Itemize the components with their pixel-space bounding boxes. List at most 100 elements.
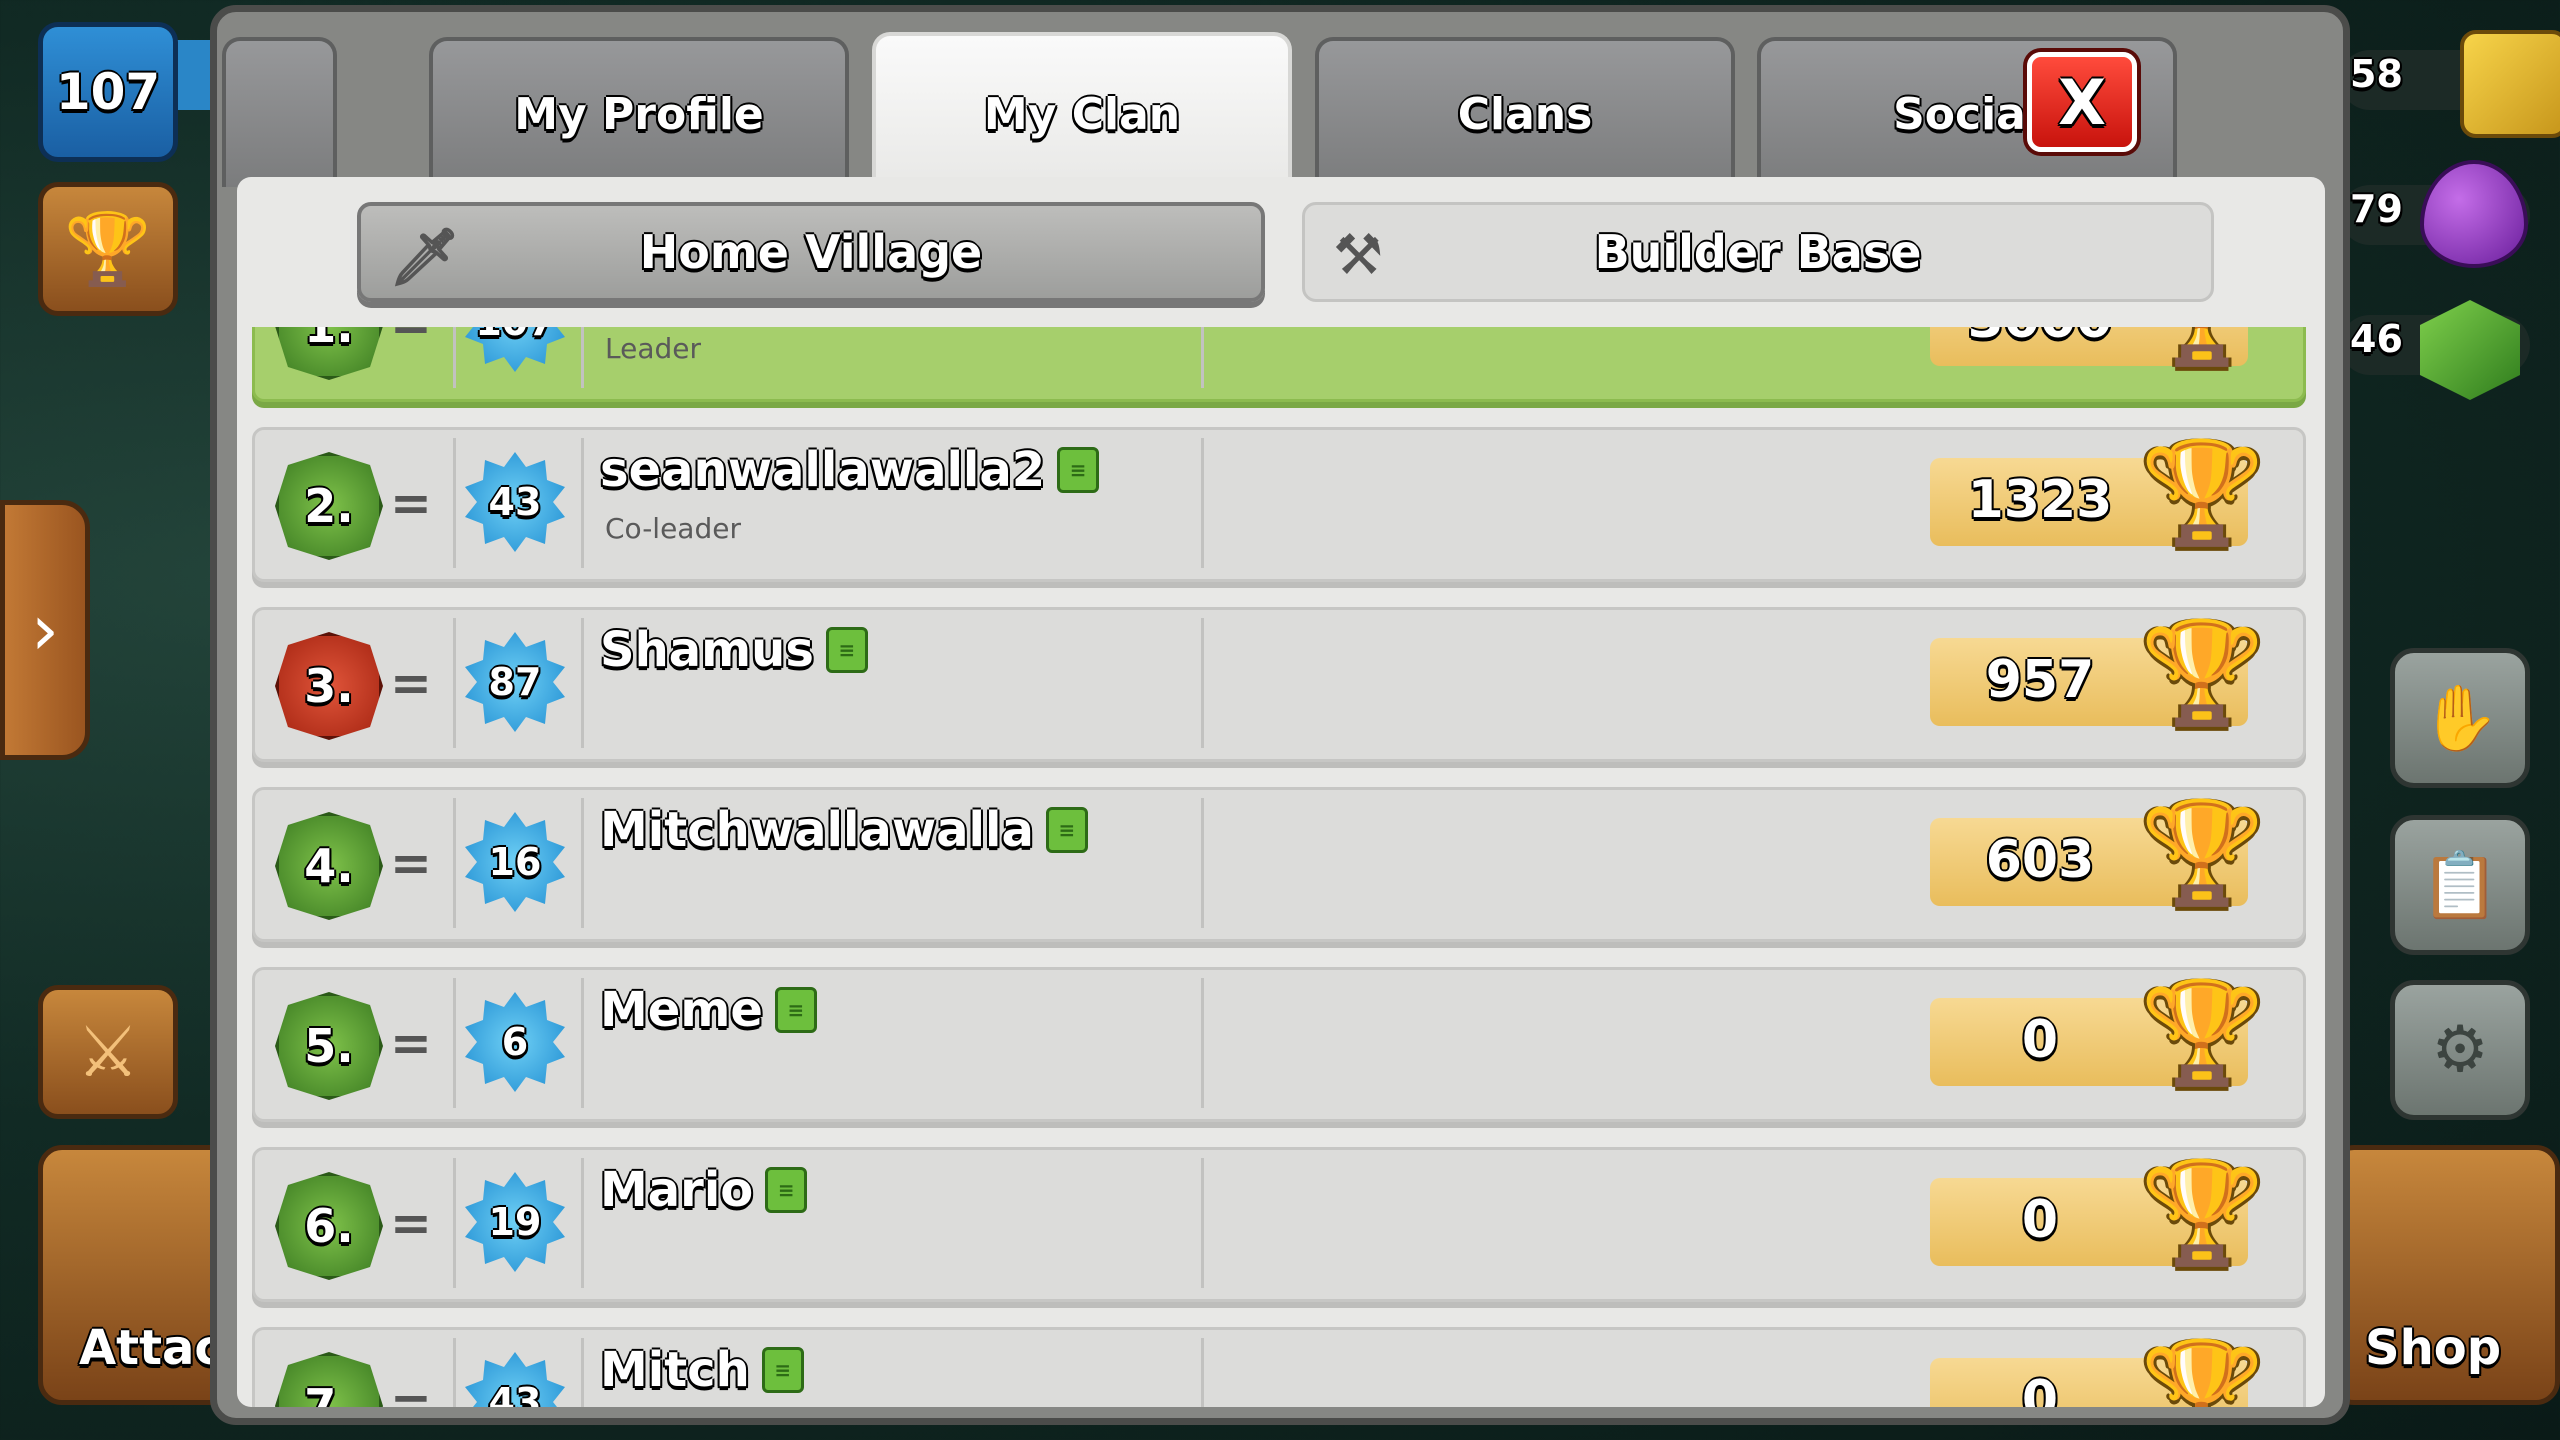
member-role: Leader bbox=[605, 332, 702, 365]
divider bbox=[453, 618, 456, 748]
trophy-icon: 🏆 bbox=[2140, 1154, 2265, 1271]
divider bbox=[581, 798, 584, 928]
trophy-icon: 🏆 bbox=[2140, 974, 2265, 1091]
trophy-count: 957 bbox=[1985, 650, 2095, 710]
trophy-count: 603 bbox=[1985, 830, 2095, 890]
divider bbox=[453, 978, 456, 1108]
xp-level-badge: 43 bbox=[465, 1352, 565, 1407]
news-button[interactable]: 📋 bbox=[2390, 815, 2530, 955]
member-name-label: Mitch bbox=[600, 1342, 750, 1398]
rank-badge: 2. bbox=[275, 452, 383, 560]
member-role: Co-leader bbox=[605, 512, 741, 545]
gear-icon: ⚙ bbox=[2431, 1013, 2489, 1087]
trophy-count: 0 bbox=[2021, 1190, 2059, 1250]
member-name: Meme ≡ bbox=[600, 982, 817, 1038]
member-row[interactable]: 2. = 43 seanwallawalla2 ≡ Co-leader 1323… bbox=[252, 427, 2306, 582]
tab-clans[interactable]: Clans bbox=[1315, 37, 1735, 187]
divider bbox=[453, 1338, 456, 1407]
chat-icon: ≡ bbox=[774, 987, 817, 1033]
crossed-axes-icon: ⚒ bbox=[1333, 223, 1384, 288]
trophy-count-box: 3000 🏆 bbox=[1930, 327, 2265, 368]
trophy-count: 0 bbox=[2021, 1370, 2059, 1407]
rank-change: = bbox=[390, 327, 432, 352]
member-name-label: Mitchwallawalla bbox=[600, 802, 1034, 858]
divider bbox=[453, 1158, 456, 1288]
rank-badge: 5. bbox=[275, 992, 383, 1100]
army-button[interactable]: ⚔ bbox=[38, 985, 178, 1119]
rank-badge: 4. bbox=[275, 812, 383, 920]
trophy-icon: 🏆 bbox=[2140, 434, 2265, 551]
rank-change: = bbox=[390, 1374, 432, 1407]
trophy-league-button[interactable]: 🏆 bbox=[38, 182, 178, 316]
member-name-label: seanwallawalla2 bbox=[600, 442, 1046, 498]
trophy-count-box: 603 🏆 bbox=[1930, 798, 2265, 908]
chat-icon: ≡ bbox=[761, 1347, 804, 1393]
member-row[interactable]: 7. = 43 Mitch ≡ 0 🏆 bbox=[252, 1327, 2306, 1407]
clan-content: 🗡 Home Village ⚒ Builder Base 1. = 107 L… bbox=[237, 177, 2325, 1407]
xp-level-badge: 16 bbox=[465, 812, 565, 912]
tab-my-clan[interactable]: My Clan bbox=[872, 32, 1292, 192]
home-village-tab[interactable]: 🗡 Home Village bbox=[357, 202, 1265, 302]
side-panel-toggle[interactable]: › bbox=[0, 500, 90, 760]
trophy-count-box: 1323 🏆 bbox=[1930, 438, 2265, 548]
hand-arrow-icon: ✋ bbox=[2420, 681, 2500, 756]
trophy-icon: 🏆 bbox=[2140, 794, 2265, 911]
gold-amount: 58 bbox=[2350, 52, 2403, 96]
divider bbox=[453, 438, 456, 568]
divider bbox=[1201, 798, 1204, 928]
divider bbox=[581, 978, 584, 1108]
elixir-icon bbox=[2420, 160, 2528, 268]
member-name: Mitch ≡ bbox=[600, 1342, 804, 1398]
xp-level-badge: 87 bbox=[465, 632, 565, 732]
chat-icon: ≡ bbox=[1057, 447, 1100, 493]
builder-base-tab[interactable]: ⚒ Builder Base bbox=[1302, 202, 2214, 302]
xp-level-badge: 19 bbox=[465, 1172, 565, 1272]
divider bbox=[453, 798, 456, 928]
member-list[interactable]: 1. = 107 Leader 3000 🏆 2. = 43 bbox=[237, 327, 2325, 1407]
clipboard-icon: 📋 bbox=[2420, 848, 2500, 923]
gem-amount: 46 bbox=[2350, 317, 2403, 361]
member-name: Shamus ≡ bbox=[600, 622, 868, 678]
trophy-icon: 🏆 bbox=[2140, 1334, 2265, 1408]
shop-button[interactable]: Shop bbox=[2330, 1145, 2560, 1405]
village-switch-button[interactable]: ✋ bbox=[2390, 648, 2530, 788]
attack-label: Attac bbox=[79, 1320, 223, 1376]
xp-level-badge: 6 bbox=[465, 992, 565, 1092]
trophy-count-box: 957 🏆 bbox=[1930, 618, 2265, 728]
shop-label: Shop bbox=[2365, 1320, 2502, 1376]
member-row[interactable]: 4. = 16 Mitchwallawalla ≡ 603 🏆 bbox=[252, 787, 2306, 942]
xp-level-badge: 107 bbox=[465, 327, 565, 372]
settings-button[interactable]: ⚙ bbox=[2390, 980, 2530, 1120]
divider bbox=[1201, 618, 1204, 748]
member-row[interactable]: 1. = 107 Leader 3000 🏆 bbox=[252, 327, 2306, 402]
chat-icon: ≡ bbox=[825, 627, 868, 673]
trophy-count-box: 0 🏆 bbox=[1930, 1338, 2265, 1407]
gold-icon bbox=[2460, 30, 2560, 138]
divider bbox=[581, 438, 584, 568]
xp-level-badge: 43 bbox=[465, 452, 565, 552]
trophy-count: 1323 bbox=[1967, 470, 2113, 530]
member-row[interactable]: 3. = 87 Shamus ≡ 957 🏆 bbox=[252, 607, 2306, 762]
member-row[interactable]: 6. = 19 Mario ≡ 0 🏆 bbox=[252, 1147, 2306, 1302]
social-panel: My Profile My Clan Clans Social X 🗡 Home… bbox=[210, 5, 2350, 1425]
rank-change: = bbox=[390, 1194, 432, 1252]
trophy-count-box: 0 🏆 bbox=[1930, 1158, 2265, 1268]
xp-level-badge[interactable]: 107 bbox=[38, 22, 178, 162]
rank-badge: 6. bbox=[275, 1172, 383, 1280]
home-village-label: Home Village bbox=[639, 225, 983, 279]
divider bbox=[581, 327, 584, 388]
trophy-icon: 🏆 bbox=[2140, 614, 2265, 731]
member-row[interactable]: 5. = 6 Meme ≡ 0 🏆 bbox=[252, 967, 2306, 1122]
member-name: Mitchwallawalla ≡ bbox=[600, 802, 1088, 858]
rank-change: = bbox=[390, 834, 432, 892]
close-button[interactable]: X bbox=[2027, 52, 2137, 152]
divider bbox=[1201, 1158, 1204, 1288]
rank-badge: 3. bbox=[275, 632, 383, 740]
elixir-amount: 79 bbox=[2350, 187, 2403, 231]
divider bbox=[1201, 438, 1204, 568]
divider bbox=[1201, 327, 1204, 388]
member-name-label: Meme bbox=[600, 982, 763, 1038]
member-name-label: Shamus bbox=[600, 622, 814, 678]
tab-my-profile[interactable]: My Profile bbox=[429, 37, 849, 187]
divider bbox=[1201, 978, 1204, 1108]
